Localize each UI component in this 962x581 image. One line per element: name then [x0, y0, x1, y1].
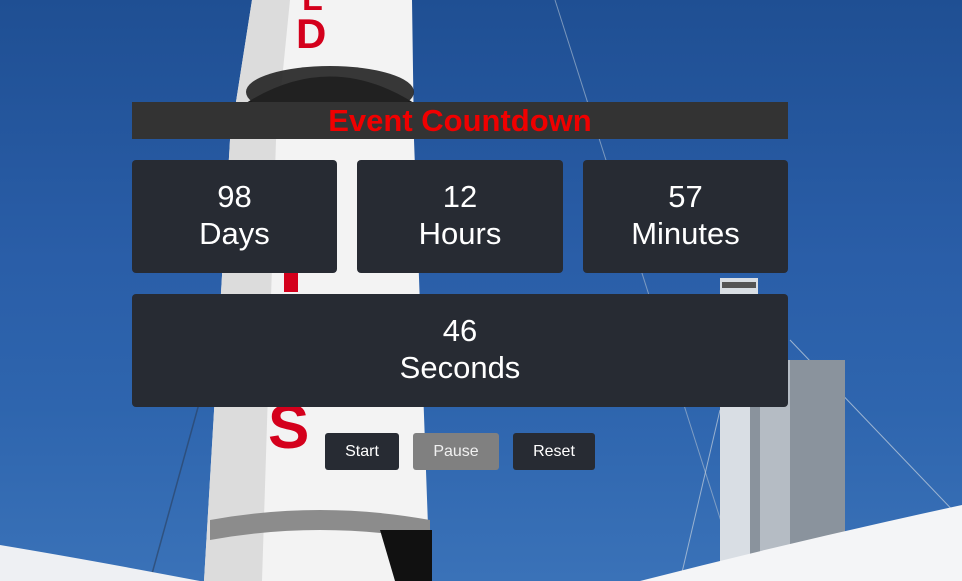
- minutes-box: 57 Minutes: [583, 160, 788, 273]
- seconds-label: Seconds: [399, 350, 521, 385]
- hours-value: 12: [442, 179, 478, 214]
- seconds-value: 46: [442, 313, 478, 348]
- hours-box: 12 Hours: [357, 160, 563, 273]
- days-value: 98: [217, 179, 252, 214]
- rocket-background-image: D L S: [0, 0, 962, 581]
- days-label: Days: [199, 216, 270, 251]
- hours-label: Hours: [418, 216, 502, 251]
- minutes-label: Minutes: [631, 216, 740, 251]
- days-box: 98 Days: [132, 160, 337, 273]
- pause-button[interactable]: Pause: [413, 433, 499, 470]
- start-button[interactable]: Start: [325, 433, 399, 470]
- seconds-box: 46 Seconds: [132, 294, 788, 407]
- svg-text:L: L: [302, 0, 323, 18]
- minutes-value: 57: [668, 179, 703, 214]
- reset-button[interactable]: Reset: [513, 433, 595, 470]
- page-title: Event Countdown: [328, 103, 592, 138]
- countdown-title-bar: Event Countdown: [132, 102, 788, 139]
